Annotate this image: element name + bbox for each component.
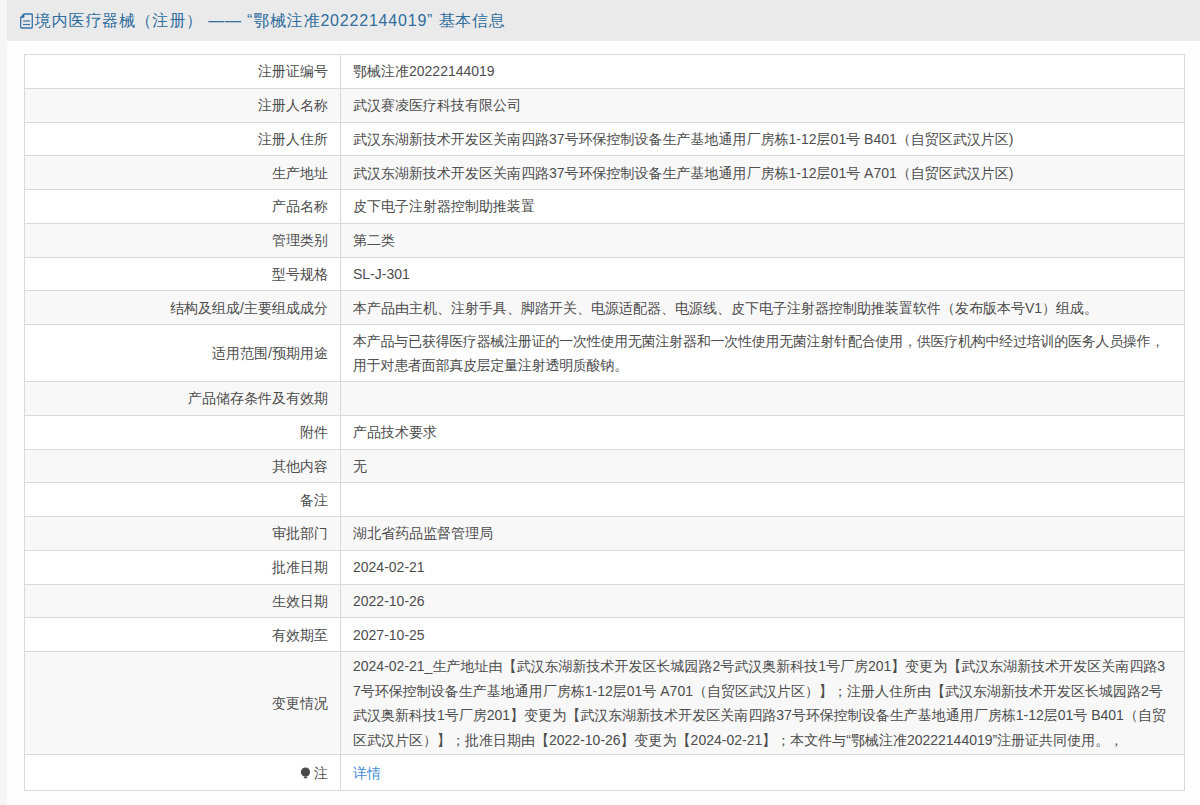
row-value: 本产品由主机、注射手具、脚踏开关、电源适配器、电源线、皮下电子注射器控制助推装置… xyxy=(341,291,1185,325)
row-value: 详情 xyxy=(341,755,1185,791)
table-row: 型号规格SL-J-301 xyxy=(25,257,1185,291)
row-label: 注册人住所 xyxy=(25,122,341,156)
page-title: 境内医疗器械（注册） —— “鄂械注准20222144019” 基本信息 xyxy=(35,9,506,32)
row-value: 2024-02-21 xyxy=(341,550,1185,584)
row-value: 第二类 xyxy=(341,223,1185,257)
row-value: 皮下电子注射器控制助推装置 xyxy=(341,190,1185,224)
row-label: 产品储存条件及有效期 xyxy=(25,382,341,416)
row-label: 适用范围/预期用途 xyxy=(25,325,341,382)
detail-link[interactable]: 详情 xyxy=(353,765,381,781)
info-table-body: 注册证编号鄂械注准20222144019注册人名称武汉赛凌医疗科技有限公司注册人… xyxy=(25,55,1185,791)
table-row: 其他内容无 xyxy=(25,449,1185,483)
table-row: 管理类别第二类 xyxy=(25,223,1185,257)
row-value: 武汉赛凌医疗科技有限公司 xyxy=(341,88,1185,122)
row-label: 审批部门 xyxy=(25,517,341,551)
row-label: 生效日期 xyxy=(25,584,341,618)
row-label: 其他内容 xyxy=(25,449,341,483)
row-label: 结构及组成/主要组成成分 xyxy=(25,291,341,325)
row-label: 有效期至 xyxy=(25,618,341,652)
table-row: 生效日期2022-10-26 xyxy=(25,584,1185,618)
row-value: 无 xyxy=(341,449,1185,483)
row-value: 2022-10-26 xyxy=(341,584,1185,618)
row-value: 产品技术要求 xyxy=(341,415,1185,449)
table-row: 适用范围/预期用途本产品与已获得医疗器械注册证的一次性使用无菌注射器和一次性使用… xyxy=(25,325,1185,382)
table-row: 附件产品技术要求 xyxy=(25,415,1185,449)
row-label: 附件 xyxy=(25,415,341,449)
table-row: 生产地址武汉东湖新技术开发区关南四路37号环保控制设备生产基地通用厂房栋1-12… xyxy=(25,156,1185,190)
table-row: 审批部门湖北省药品监督管理局 xyxy=(25,517,1185,551)
table-row: 产品名称皮下电子注射器控制助推装置 xyxy=(25,190,1185,224)
row-value: 武汉东湖新技术开发区关南四路37号环保控制设备生产基地通用厂房栋1-12层01号… xyxy=(341,156,1185,190)
content-panel: 注册证编号鄂械注准20222144019注册人名称武汉赛凌医疗科技有限公司注册人… xyxy=(7,41,1200,805)
row-label: 型号规格 xyxy=(25,257,341,291)
table-row: 有效期至2027-10-25 xyxy=(25,618,1185,652)
table-row: 结构及组成/主要组成成分本产品由主机、注射手具、脚踏开关、电源适配器、电源线、皮… xyxy=(25,291,1185,325)
row-label: 注 xyxy=(25,755,341,791)
table-row: 注册人名称武汉赛凌医疗科技有限公司 xyxy=(25,88,1185,122)
table-row: 批准日期2024-02-21 xyxy=(25,550,1185,584)
row-value: 2024-02-21_生产地址由【武汉东湖新技术开发区长城园路2号武汉奥新科技1… xyxy=(341,652,1185,755)
row-value xyxy=(341,382,1185,416)
row-value: 湖北省药品监督管理局 xyxy=(341,517,1185,551)
document-icon xyxy=(20,13,33,29)
row-value: 本产品与已获得医疗器械注册证的一次性使用无菌注射器和一次性使用无菌注射针配合使用… xyxy=(341,325,1185,382)
table-row: 注 详情 xyxy=(25,755,1185,791)
table-row: 变更情况2024-02-21_生产地址由【武汉东湖新技术开发区长城园路2号武汉奥… xyxy=(25,652,1185,755)
row-value: 武汉东湖新技术开发区关南四路37号环保控制设备生产基地通用厂房栋1-12层01号… xyxy=(341,122,1185,156)
table-row: 产品储存条件及有效期 xyxy=(25,382,1185,416)
bulb-icon xyxy=(300,767,311,780)
row-label: 变更情况 xyxy=(25,652,341,755)
row-value xyxy=(341,483,1185,517)
row-label: 管理类别 xyxy=(25,223,341,257)
table-row: 注册人住所武汉东湖新技术开发区关南四路37号环保控制设备生产基地通用厂房栋1-1… xyxy=(25,122,1185,156)
table-row: 备注 xyxy=(25,483,1185,517)
row-label: 生产地址 xyxy=(25,156,341,190)
row-value: SL-J-301 xyxy=(341,257,1185,291)
row-value: 2027-10-25 xyxy=(341,618,1185,652)
row-label: 备注 xyxy=(25,483,341,517)
row-label: 注册证编号 xyxy=(25,55,341,89)
row-label: 注册人名称 xyxy=(25,88,341,122)
row-value: 鄂械注准20222144019 xyxy=(341,55,1185,89)
info-table: 注册证编号鄂械注准20222144019注册人名称武汉赛凌医疗科技有限公司注册人… xyxy=(24,54,1185,791)
table-row: 注册证编号鄂械注准20222144019 xyxy=(25,55,1185,89)
row-label: 产品名称 xyxy=(25,190,341,224)
row-label: 批准日期 xyxy=(25,550,341,584)
page-header: 境内医疗器械（注册） —— “鄂械注准20222144019” 基本信息 xyxy=(7,0,1200,41)
row-label-text: 注 xyxy=(314,765,328,781)
